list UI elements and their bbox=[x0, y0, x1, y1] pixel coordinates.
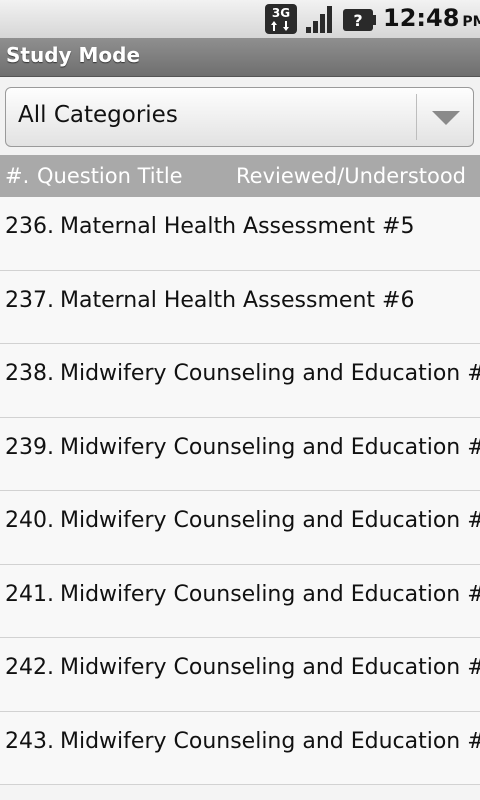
category-selected-value: All Categories bbox=[18, 102, 178, 128]
question-title: Midwifery Counseling and Education #6 bbox=[60, 728, 480, 754]
clock-time: 12:48 bbox=[383, 4, 460, 32]
question-title: Midwifery Counseling and Education #1 bbox=[60, 361, 480, 386]
list-item[interactable]: 240. Midwifery Counseling and Education … bbox=[0, 491, 480, 565]
status-clock: 12:48 PM bbox=[383, 4, 480, 32]
question-title: Midwifery Counseling and Education #2 bbox=[60, 434, 480, 460]
battery-unknown-icon: ? bbox=[343, 9, 376, 31]
header-number: #. bbox=[5, 164, 30, 188]
app-title: Study Mode bbox=[6, 43, 141, 67]
header-reviewed-understood: Reviewed/Understood bbox=[236, 164, 467, 188]
question-number: 236. bbox=[5, 214, 54, 239]
question-list: 236. Maternal Health Assessment #5 237. … bbox=[0, 197, 480, 785]
category-filter-area: All Categories bbox=[0, 77, 480, 155]
question-number: 240. bbox=[5, 508, 54, 533]
signal-strength-icon bbox=[306, 6, 332, 33]
question-number: 243. bbox=[5, 728, 54, 754]
list-item[interactable]: 237. Maternal Health Assessment #6 bbox=[0, 270, 480, 344]
app-title-bar: Study Mode bbox=[0, 38, 480, 77]
question-title: Maternal Health Assessment #6 bbox=[60, 287, 415, 313]
dropdown-divider bbox=[416, 94, 417, 140]
list-item[interactable]: 243. Midwifery Counseling and Education … bbox=[0, 711, 480, 785]
dropdown-arrow-icon[interactable] bbox=[430, 108, 462, 128]
question-number: 239. bbox=[5, 434, 54, 460]
list-item[interactable]: 238. Midwifery Counseling and Education … bbox=[0, 344, 480, 418]
svg-text:3G: 3G bbox=[272, 6, 290, 20]
question-title: Maternal Health Assessment #5 bbox=[60, 214, 415, 239]
list-item[interactable]: 242. Midwifery Counseling and Education … bbox=[0, 638, 480, 712]
svg-text:?: ? bbox=[353, 11, 362, 30]
list-item[interactable]: 241. Midwifery Counseling and Education … bbox=[0, 564, 480, 638]
list-item[interactable]: 236. Maternal Health Assessment #5 bbox=[0, 197, 480, 271]
question-title: Midwifery Counseling and Education #3 bbox=[60, 508, 480, 533]
list-header: #. Question Title Reviewed/Understood bbox=[0, 155, 480, 197]
question-number: 238. bbox=[5, 361, 54, 386]
list-item[interactable]: 239. Midwifery Counseling and Education … bbox=[0, 417, 480, 491]
question-number: 242. bbox=[5, 655, 54, 680]
question-title: Midwifery Counseling and Education #5 bbox=[60, 655, 480, 680]
question-number: 241. bbox=[5, 581, 54, 607]
clock-ampm: PM bbox=[462, 14, 480, 30]
question-title: Midwifery Counseling and Education #4 bbox=[60, 581, 480, 607]
3g-data-icon: 3G bbox=[265, 4, 297, 34]
category-dropdown[interactable]: All Categories bbox=[5, 87, 474, 147]
question-number: 237. bbox=[5, 287, 54, 313]
status-bar: 3G ? 12:48 PM bbox=[0, 0, 480, 38]
header-question-title: Question Title bbox=[37, 164, 183, 188]
